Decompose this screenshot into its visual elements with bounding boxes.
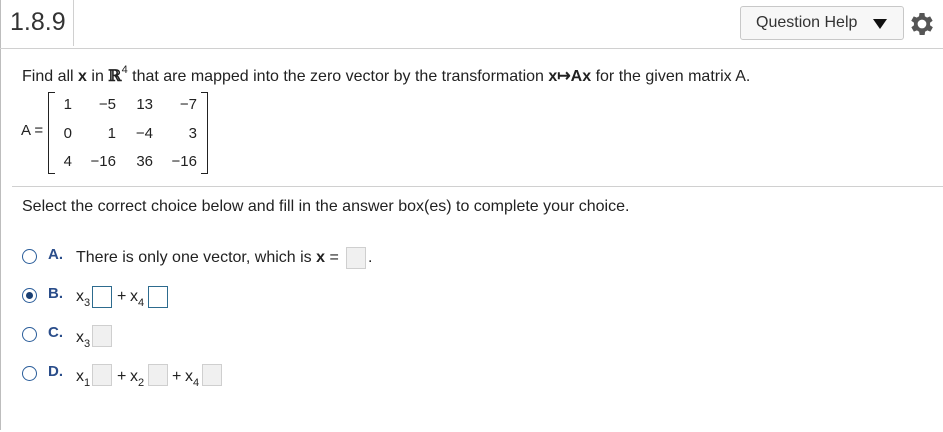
choice-d-x2: x2 <box>130 368 145 389</box>
subscript: 3 <box>84 297 91 309</box>
answer-box-c-x3[interactable] <box>92 325 112 347</box>
subscript: 4 <box>193 377 200 389</box>
real-space-symbol: ℝ <box>108 66 122 85</box>
choice-c-x3: x3 <box>76 329 91 350</box>
matrix-right-bracket <box>201 92 208 174</box>
space-exponent: 4 <box>121 64 128 76</box>
choice-b-x4: x4 <box>130 288 145 309</box>
answer-box-b-x4[interactable] <box>148 286 168 308</box>
prompt-text: Find all <box>22 68 79 85</box>
choice-a-sentence: There is only one vector, which is <box>76 249 317 266</box>
choice-b-radio[interactable] <box>22 288 37 303</box>
var-x: x <box>130 368 138 385</box>
choice-a-letter: A. <box>48 246 63 263</box>
matrix-cell: 1 <box>63 96 72 113</box>
matrix-cell: −16 <box>90 153 116 170</box>
prompt-text: that are mapped into the zero vector by … <box>127 68 549 85</box>
gear-icon[interactable] <box>907 9 937 39</box>
var-x: x <box>76 368 84 385</box>
choice-d-x1: x1 <box>76 368 91 389</box>
matrix-cell: 0 <box>63 125 72 142</box>
question-number: 1.8.9 <box>0 0 74 46</box>
question-prompt: Find all x in ℝ4 that are mapped into th… <box>22 64 751 86</box>
choice-a-radio[interactable] <box>22 249 37 264</box>
answer-box-d-x2[interactable] <box>148 364 168 386</box>
choice-c-radio[interactable] <box>22 327 37 342</box>
matrix-cell: −7 <box>179 96 197 113</box>
var-x: x <box>76 329 84 346</box>
subscript: 1 <box>84 377 91 389</box>
prompt-x: x <box>78 68 87 85</box>
choice-b-letter: B. <box>48 285 63 302</box>
instruction-text: Select the correct choice below and fill… <box>22 198 630 215</box>
answer-box-a[interactable] <box>346 247 366 269</box>
matrix-cell: 4 <box>63 153 72 170</box>
matrix-cell: 1 <box>107 125 116 142</box>
choice-d-radio[interactable] <box>22 366 37 381</box>
choice-a-var: x <box>316 249 326 266</box>
matrix-cell: 3 <box>188 125 197 142</box>
var-x: x <box>76 288 84 305</box>
matrix-cell: −16 <box>171 153 197 170</box>
question-help-button[interactable]: Question Help <box>740 6 904 40</box>
prompt-text: for the given matrix A. <box>591 68 751 85</box>
caret-down-icon <box>873 19 887 29</box>
prompt-mapping: x↦Ax <box>548 68 592 85</box>
choice-a-period: . <box>368 249 373 266</box>
answer-box-b-x3[interactable] <box>92 286 112 308</box>
choice-d-x4: x4 <box>185 368 200 389</box>
choice-a-equals: = <box>325 249 339 266</box>
choice-d-plus2: + <box>172 368 182 385</box>
matrix-cell: 36 <box>136 153 153 170</box>
var-x: x <box>130 288 138 305</box>
choice-a[interactable]: A. There is only one vector, which is x … <box>22 246 422 270</box>
matrix-cell: −4 <box>135 125 153 142</box>
answer-box-d-x4[interactable] <box>202 364 222 386</box>
var-x: x <box>185 368 193 385</box>
choice-d-letter: D. <box>48 363 63 380</box>
subscript: 3 <box>84 338 91 350</box>
question-header: 1.8.9 Question Help <box>0 0 943 49</box>
choice-a-text: There is only one vector, which is x = <box>76 249 339 267</box>
choice-b-x3: x3 <box>76 288 91 309</box>
choice-b-plus: + <box>117 288 127 305</box>
choice-c-letter: C. <box>48 324 63 341</box>
matrix-cell: −5 <box>98 96 116 113</box>
choice-d[interactable]: D. x1 + x2 + x4 <box>22 363 282 389</box>
subscript: 2 <box>138 377 145 389</box>
choice-d-plus1: + <box>117 368 127 385</box>
prompt-text: in <box>86 68 109 85</box>
answer-box-d-x1[interactable] <box>92 364 112 386</box>
subscript: 4 <box>138 297 145 309</box>
choice-c[interactable]: C. x3 <box>22 324 142 350</box>
question-help-label: Question Help <box>756 14 858 31</box>
section-divider <box>12 186 943 187</box>
choice-b[interactable]: B. x3 + x4 <box>22 285 222 309</box>
matrix-cell: 13 <box>136 96 153 113</box>
